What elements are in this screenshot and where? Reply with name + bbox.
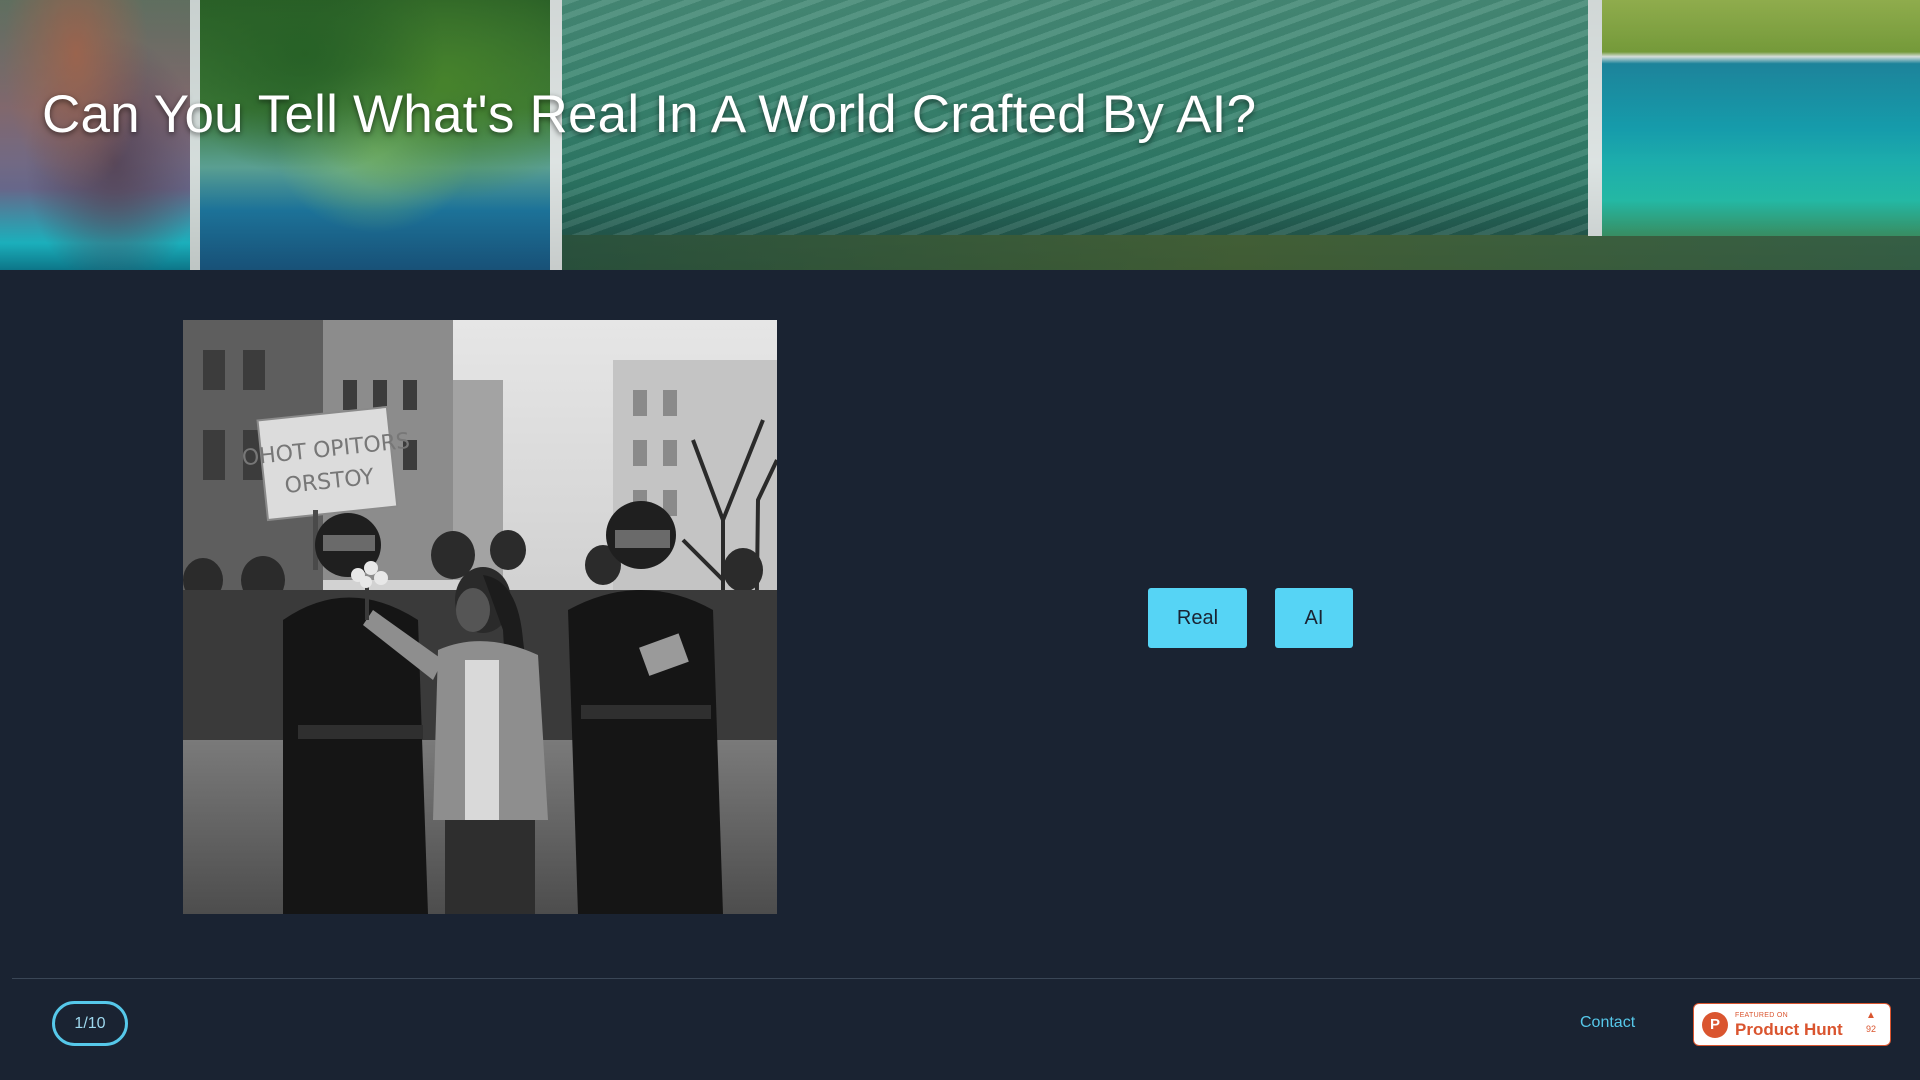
hero-banner: Can You Tell What's Real In A World Craf… <box>0 0 1920 270</box>
progress-counter: 1/10 <box>52 1001 128 1046</box>
product-hunt-name: Product Hunt <box>1735 1019 1843 1039</box>
contact-link[interactable]: Contact <box>1580 1014 1635 1032</box>
real-button[interactable]: Real <box>1148 588 1247 648</box>
ai-button[interactable]: AI <box>1275 588 1353 648</box>
product-hunt-badge[interactable]: P FEATURED ON Product Hunt ▲ 92 <box>1693 1003 1891 1046</box>
product-hunt-logo-icon: P <box>1702 1011 1728 1038</box>
product-hunt-votes: ▲ 92 <box>1865 1010 1876 1035</box>
product-hunt-vote-count: 92 <box>1865 1024 1876 1034</box>
page: Can You Tell What's Real In A World Craf… <box>0 0 1920 1080</box>
page-title: Can You Tell What's Real In A World Craf… <box>42 85 1257 144</box>
quiz-image: OHOT OPITORS ORSTOY <box>183 320 777 914</box>
product-hunt-featured-label: FEATURED ON <box>1735 1011 1788 1019</box>
footer-divider <box>12 978 1920 979</box>
upvote-triangle-icon: ▲ <box>1866 1010 1876 1021</box>
product-hunt-text: FEATURED ON Product Hunt <box>1735 1012 1843 1038</box>
